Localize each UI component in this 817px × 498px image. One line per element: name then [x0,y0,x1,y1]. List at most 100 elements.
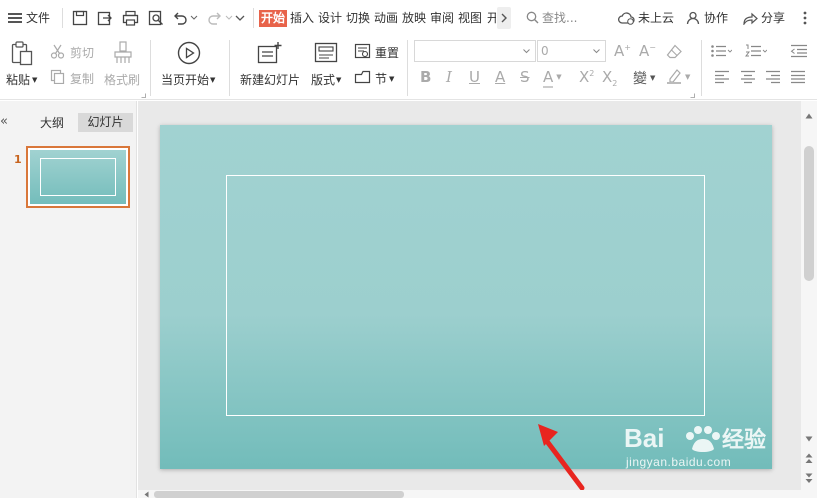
save-icon[interactable] [72,10,88,26]
scroll-up-icon[interactable] [805,113,813,119]
tab-review[interactable]: 审阅 [430,10,454,27]
align-right-icon[interactable] [765,70,781,84]
collapse-pane-icon[interactable]: « [0,114,8,129]
undo-icon[interactable] [172,10,188,26]
clear-formatting-icon[interactable] [666,44,683,59]
copy-icon[interactable] [50,69,65,84]
clipboard-launcher-icon[interactable] [141,93,146,98]
chevron-right-icon [501,13,507,23]
tab-view[interactable]: 视图 [458,10,482,27]
horizontal-scrollbar[interactable] [138,490,801,498]
divider [62,8,63,28]
bold-icon[interactable]: B [420,68,431,86]
reset-button[interactable]: 重置 [375,44,399,61]
format-painter-icon[interactable] [112,40,134,66]
new-slide-button[interactable]: 新建幻灯片 [240,71,300,88]
customize-toolbar-icon[interactable] [235,13,245,23]
tab-slideshow[interactable]: 放映 [402,10,426,27]
file-menu[interactable]: 文件 [8,9,50,27]
font-family-select[interactable] [414,40,536,62]
previous-slide-icon[interactable] [805,453,813,464]
copy-button[interactable]: 复制 [70,70,94,87]
thumbnail-placeholder [40,158,116,196]
strikethrough-icon[interactable]: S [520,68,530,86]
layout-icon[interactable] [314,42,338,64]
font-size-select[interactable]: 0 [537,40,606,62]
paste-icon[interactable] [10,40,34,66]
increase-font-size-icon[interactable]: A+ [614,42,631,60]
search-box[interactable]: 查找... [526,9,577,27]
divider [701,40,702,96]
print-preview-icon[interactable] [148,10,164,26]
phonetic-guide-icon[interactable]: 變 ▼ [633,68,655,88]
red-arrow-annotation [538,424,585,491]
cloud-status-label: 未上云 [638,11,675,25]
divider [229,40,230,96]
vertical-scroll-thumb[interactable] [804,146,814,281]
tab-outline[interactable]: 大纲 [40,114,64,131]
print-icon[interactable] [122,10,139,26]
cut-button[interactable]: 剪切 [70,44,94,61]
collaborate-icon [686,11,700,25]
underline-icon[interactable]: U [469,68,480,86]
font-size-value: 0 [541,44,549,58]
scroll-down-icon[interactable] [805,436,813,442]
play-label: 当页开始 [161,73,210,87]
section-button[interactable]: 节 ▼ [375,70,394,87]
vertical-scrollbar[interactable] [801,101,817,498]
font-launcher-icon[interactable] [690,93,695,98]
cut-icon[interactable] [50,44,65,59]
collaborate-button[interactable]: 协作 [686,9,728,27]
tab-slides[interactable]: 幻灯片 [78,113,133,132]
collaborate-label: 协作 [704,11,729,25]
svg-text:Bai: Bai [624,423,664,453]
watermark-url: jingyan.baidu.com [626,455,732,469]
slide-editor-canvas: Bai 经验 jingyan.baidu.com [138,101,801,491]
tab-animations[interactable]: 动画 [374,10,398,27]
slide-thumbnail[interactable] [26,146,130,208]
reset-icon[interactable] [354,43,371,59]
divider [407,40,408,96]
font-color-icon[interactable]: A ▼ [543,68,562,88]
layout-button[interactable]: 版式▼ [311,71,341,88]
justify-icon[interactable] [790,70,806,84]
text-shadow-icon[interactable]: A [495,68,505,86]
align-left-icon[interactable] [714,70,730,84]
horizontal-scroll-thumb[interactable] [154,491,404,498]
more-options-icon[interactable] [797,10,813,26]
tab-insert[interactable]: 插入 [290,10,314,27]
numbered-list-icon[interactable] [745,44,767,58]
play-from-current-icon[interactable] [177,41,201,65]
redo-dropdown-icon[interactable] [225,15,233,21]
tab-design[interactable]: 设计 [318,10,342,27]
share-button[interactable]: 分享 [742,9,785,27]
new-slide-icon[interactable] [257,41,283,65]
play-from-current-button[interactable]: 当页开始▼ [161,71,215,88]
decrease-font-size-icon[interactable]: A− [639,42,656,60]
bullet-list-icon[interactable] [710,44,732,58]
redo-icon[interactable] [207,10,223,26]
superscript-icon[interactable]: X2 [579,68,594,86]
cloud-icon [618,12,635,25]
tab-developer[interactable]: 开 [487,10,496,27]
scroll-left-icon[interactable] [144,491,149,498]
format-painter-button[interactable]: 格式刷 [104,71,140,88]
ribbon-toolbar: 粘贴 ▼ 剪切 复制 格式刷 当页开始▼ 新建幻灯片 版式▼ 重置 节 ▼ 0 A+… [0,36,817,100]
highlight-color-icon[interactable]: ▼ [666,68,690,86]
paste-button[interactable]: 粘贴 ▼ [6,71,37,88]
export-icon[interactable] [97,10,113,26]
section-icon[interactable] [354,69,371,85]
content-placeholder[interactable] [226,175,705,416]
share-icon [743,12,758,26]
cloud-status-button[interactable]: 未上云 [618,9,674,27]
more-tabs-button[interactable] [497,7,511,29]
next-slide-icon[interactable] [805,473,813,484]
undo-dropdown-icon[interactable] [190,15,198,21]
italic-icon[interactable]: I [446,68,452,86]
tab-transitions[interactable]: 切换 [346,10,370,27]
tab-home[interactable]: 开始 [259,10,288,27]
subscript-icon[interactable]: X2 [602,68,617,88]
menu-bar: 文件 开始 插入 设计 切换 动画 放映 审阅 视图 开 查找... 未上云 协… [0,0,817,36]
decrease-indent-icon[interactable] [790,44,808,58]
align-center-icon[interactable] [740,70,756,84]
